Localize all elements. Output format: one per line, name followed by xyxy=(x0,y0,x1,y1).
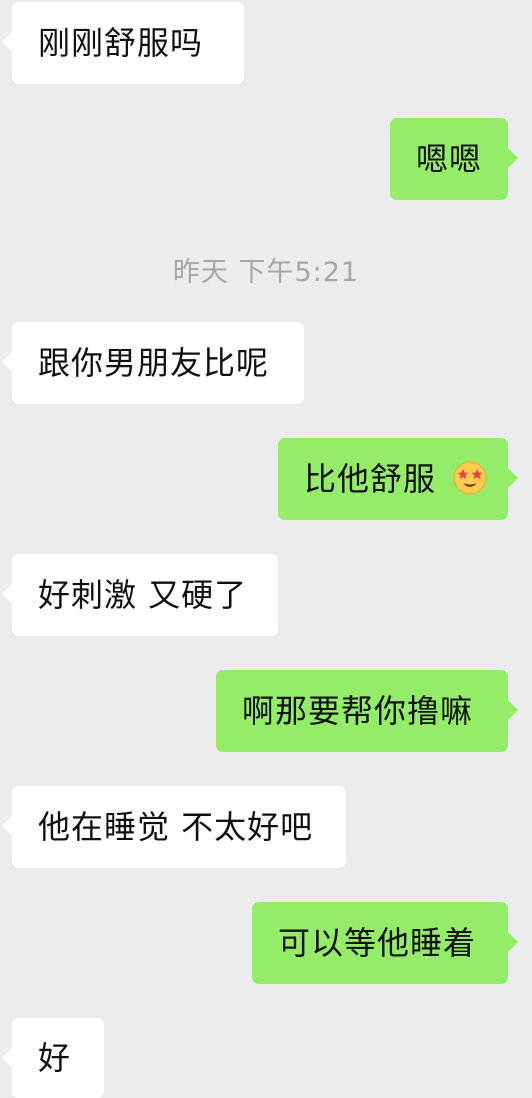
message-bubble-outgoing[interactable]: 嗯嗯 xyxy=(390,118,518,200)
message-text: 好刺激 又硬了 xyxy=(38,576,248,614)
message-text: 他在睡觉 不太好吧 xyxy=(38,808,314,846)
message-text: 好 xyxy=(38,1039,72,1077)
message-text: 啊那要帮你撸嘛 xyxy=(242,692,474,730)
message-bubble-outgoing[interactable]: 可以等他睡着 xyxy=(252,902,518,984)
message-text: 比他舒服 xyxy=(304,460,437,498)
message-bubble-incoming[interactable]: 刚刚舒服吗 xyxy=(2,2,244,84)
message-text: 嗯嗯 xyxy=(416,140,483,178)
message-text: 刚刚舒服吗 xyxy=(38,24,204,62)
message-bubble-incoming[interactable]: 好 xyxy=(2,1018,104,1098)
message-bubble-incoming[interactable]: 他在睡觉 不太好吧 xyxy=(2,786,346,868)
message-bubble-outgoing[interactable]: 比他舒服 xyxy=(278,438,518,520)
message-text: 可以等他睡着 xyxy=(278,924,477,962)
message-bubble-outgoing[interactable]: 啊那要帮你撸嘛 xyxy=(216,670,518,752)
message-bubble-incoming[interactable]: 跟你男朋友比呢 xyxy=(2,322,304,404)
message-text: 跟你男朋友比呢 xyxy=(38,344,270,382)
chat-message-list: 刚刚舒服吗 嗯嗯 昨天 下午5:21 跟你男朋友比呢 比他舒服 好刺激 又硬了 … xyxy=(0,0,532,1098)
message-timestamp: 昨天 下午5:21 xyxy=(172,257,360,288)
message-bubble-incoming[interactable]: 好刺激 又硬了 xyxy=(2,554,278,636)
star-struck-emoji-icon xyxy=(453,461,487,495)
